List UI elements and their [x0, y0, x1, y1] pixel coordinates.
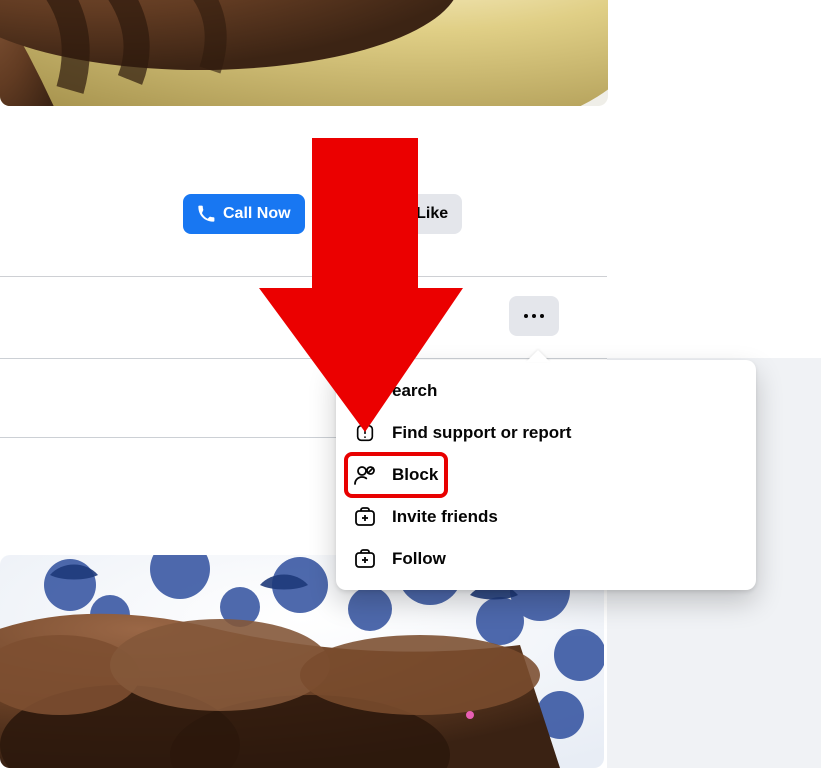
menu-item-search[interactable]: earch	[346, 370, 746, 412]
page-stage: Call Now age Like earch	[0, 0, 821, 768]
follow-icon	[352, 546, 378, 572]
menu-follow-label: Follow	[392, 549, 446, 569]
menu-item-block[interactable]: Block	[346, 454, 446, 496]
message-label-partial: age	[325, 205, 353, 223]
call-now-button[interactable]: Call Now	[183, 194, 305, 234]
like-button[interactable]: Like	[376, 194, 462, 234]
report-icon	[352, 420, 378, 446]
call-now-label: Call Now	[223, 205, 291, 223]
menu-item-invite-friends[interactable]: Invite friends	[346, 496, 746, 538]
menu-block-label: Block	[392, 465, 438, 485]
like-label: Like	[416, 205, 448, 223]
page-actions-row: Call Now age Like	[183, 194, 462, 234]
invite-friends-icon	[352, 504, 378, 530]
block-user-icon	[352, 462, 378, 488]
cover-photo-svg	[0, 0, 608, 106]
phone-icon	[197, 205, 215, 223]
more-options-button[interactable]	[509, 296, 559, 336]
menu-search-label-partial: earch	[392, 381, 437, 401]
menu-support-label: Find support or report	[392, 423, 571, 443]
ellipsis-icon	[524, 314, 544, 318]
thumb-up-icon	[390, 205, 408, 223]
cover-photo[interactable]	[0, 0, 608, 106]
menu-item-find-support[interactable]: Find support or report	[346, 412, 746, 454]
divider	[0, 276, 607, 277]
message-button[interactable]: age	[315, 194, 367, 234]
menu-item-follow[interactable]: Follow	[346, 538, 746, 580]
more-options-menu: earch Find support or report Block	[336, 360, 756, 590]
menu-invite-label: Invite friends	[392, 507, 498, 527]
